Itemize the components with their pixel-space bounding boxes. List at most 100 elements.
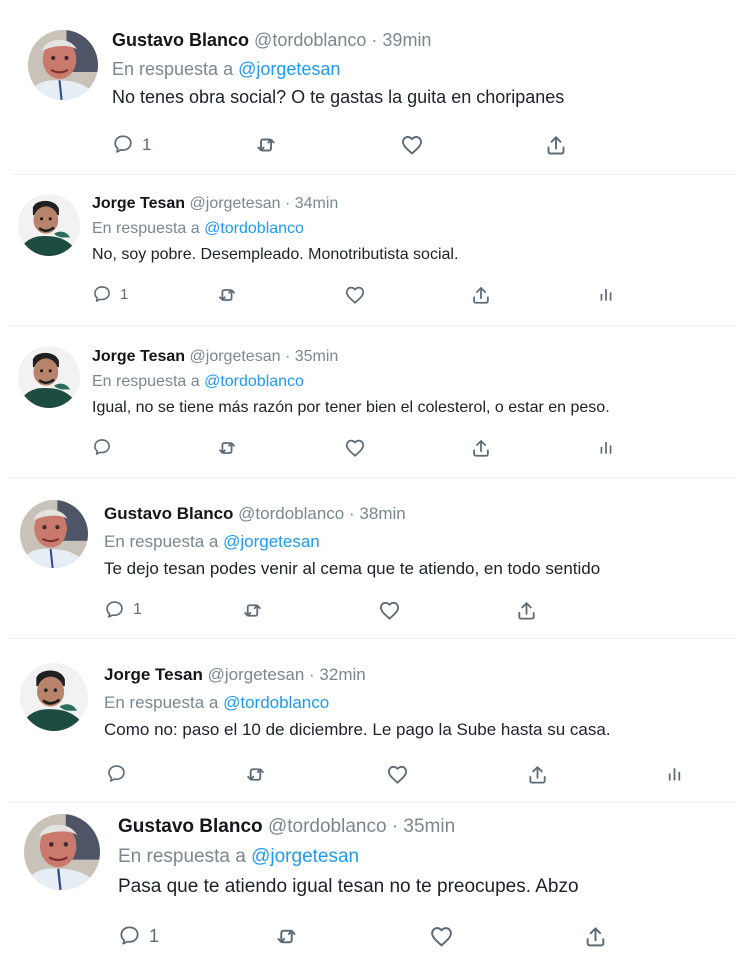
like-icon xyxy=(429,924,454,949)
like-button[interactable] xyxy=(344,437,366,459)
analytics-button[interactable] xyxy=(596,284,616,304)
tweet-card[interactable]: Jorge Tesan @jorgetesan · 34min En respu… xyxy=(8,178,736,326)
reply-icon xyxy=(106,763,127,784)
avatar[interactable] xyxy=(20,663,88,731)
separator-dot: · xyxy=(284,348,291,365)
author-handle[interactable]: @tordoblanco xyxy=(254,30,366,50)
share-button[interactable] xyxy=(544,133,568,157)
like-button[interactable] xyxy=(386,763,409,786)
analytics-icon xyxy=(596,437,616,457)
share-icon xyxy=(526,763,549,786)
reply-mention-link[interactable]: @tordoblanco xyxy=(223,693,329,712)
like-icon xyxy=(344,284,366,306)
author-name[interactable]: Jorge Tesan xyxy=(92,348,185,365)
like-icon xyxy=(386,763,409,786)
share-button[interactable] xyxy=(470,437,492,459)
reply-count: 1 xyxy=(142,134,152,154)
reply-button[interactable]: 1 xyxy=(92,284,128,304)
reply-mention-link[interactable]: @tordoblanco xyxy=(204,373,304,390)
reply-prefix: En respuesta a xyxy=(104,692,219,712)
avatar[interactable] xyxy=(18,194,80,256)
retweet-button[interactable] xyxy=(244,763,267,786)
tweet-text: No tenes obra social? O te gastas la gui… xyxy=(112,87,565,108)
avatar[interactable] xyxy=(24,814,100,890)
tweet-time[interactable]: 35min xyxy=(295,348,339,365)
reply-button[interactable] xyxy=(106,763,135,784)
retweet-button[interactable] xyxy=(274,924,299,949)
analytics-icon xyxy=(664,763,685,784)
tweet-time[interactable]: 35min xyxy=(403,816,455,837)
author-name[interactable]: Gustavo Blanco xyxy=(112,30,249,50)
portrait-avatar-gustavo xyxy=(24,814,100,890)
author-handle[interactable]: @tordoblanco xyxy=(238,504,344,523)
share-button[interactable] xyxy=(583,924,608,949)
like-icon xyxy=(344,437,366,459)
share-icon xyxy=(583,924,608,949)
author-handle[interactable]: @jorgetesan xyxy=(208,665,305,684)
reply-prefix: En respuesta a xyxy=(118,845,246,867)
author-handle[interactable]: @jorgetesan xyxy=(190,195,281,212)
tweet-time[interactable]: 32min xyxy=(319,665,365,684)
retweet-button[interactable] xyxy=(216,284,238,306)
avatar[interactable] xyxy=(18,346,80,408)
reply-button[interactable] xyxy=(92,437,120,457)
share-icon xyxy=(515,599,538,622)
tweet-card[interactable]: Jorge Tesan @jorgetesan · 35min En respu… xyxy=(8,332,736,478)
tweet-text: No, soy pobre. Desempleado. Monotributis… xyxy=(92,245,459,263)
retweet-button[interactable] xyxy=(254,133,278,157)
reply-prefix: En respuesta a xyxy=(112,58,234,79)
tweet-card[interactable]: Gustavo Blanco @tordoblanco · 35min En r… xyxy=(8,806,736,974)
reply-icon xyxy=(118,924,141,947)
tweet-text: Igual, no se tiene más razón por tener b… xyxy=(92,398,610,416)
like-button[interactable] xyxy=(400,133,424,157)
like-icon xyxy=(378,599,401,622)
reply-button[interactable]: 1 xyxy=(104,599,142,620)
share-icon xyxy=(470,437,492,459)
like-button[interactable] xyxy=(429,924,454,949)
author-handle[interactable]: @jorgetesan xyxy=(190,348,281,365)
tweet-time[interactable]: 34min xyxy=(295,195,339,212)
tweet-card[interactable]: Gustavo Blanco @tordoblanco · 39min En r… xyxy=(12,10,736,175)
share-button[interactable] xyxy=(526,763,549,786)
reply-mention-link[interactable]: @jorgetesan xyxy=(238,59,340,79)
retweet-button[interactable] xyxy=(216,437,238,459)
retweet-icon xyxy=(244,763,267,786)
share-button[interactable] xyxy=(515,599,538,622)
author-name[interactable]: Jorge Tesan xyxy=(92,195,185,212)
reply-mention-link[interactable]: @jorgetesan xyxy=(251,846,359,867)
retweet-button[interactable] xyxy=(241,599,264,622)
separator-dot: · xyxy=(349,504,355,523)
reply-count: 1 xyxy=(149,925,160,946)
tweet-card[interactable]: Jorge Tesan @jorgetesan · 32min En respu… xyxy=(8,645,736,803)
tweet-time[interactable]: 38min xyxy=(359,504,405,523)
author-handle[interactable]: @tordoblanco xyxy=(268,816,387,837)
tweet-card[interactable]: Gustavo Blanco @tordoblanco · 38min En r… xyxy=(8,484,736,639)
author-name[interactable]: Gustavo Blanco xyxy=(118,816,263,837)
share-icon xyxy=(544,133,568,157)
reply-button[interactable]: 1 xyxy=(118,924,159,947)
portrait-avatar-gustavo xyxy=(28,30,98,100)
separator-dot: · xyxy=(309,665,315,684)
author-name[interactable]: Jorge Tesan xyxy=(104,665,203,684)
reply-icon xyxy=(92,437,112,457)
reply-prefix: En respuesta a xyxy=(92,373,200,391)
avatar[interactable] xyxy=(28,30,98,100)
reply-icon xyxy=(92,284,112,304)
share-button[interactable] xyxy=(470,284,492,306)
reply-mention-link[interactable]: @jorgetesan xyxy=(223,532,320,551)
reply-prefix: En respuesta a xyxy=(92,220,200,238)
analytics-button[interactable] xyxy=(664,763,685,784)
avatar[interactable] xyxy=(20,500,88,568)
tweet-time[interactable]: 39min xyxy=(382,30,431,50)
reply-button[interactable]: 1 xyxy=(112,133,151,155)
retweet-icon xyxy=(216,437,238,459)
like-button[interactable] xyxy=(344,284,366,306)
like-button[interactable] xyxy=(378,599,401,622)
separator-dot: · xyxy=(391,816,399,837)
author-name[interactable]: Gustavo Blanco xyxy=(104,504,233,523)
reply-prefix: En respuesta a xyxy=(104,531,219,551)
analytics-button[interactable] xyxy=(596,437,616,457)
portrait-avatar-jorge xyxy=(18,346,80,408)
reply-mention-link[interactable]: @tordoblanco xyxy=(204,220,304,237)
portrait-avatar-gustavo xyxy=(20,500,88,568)
